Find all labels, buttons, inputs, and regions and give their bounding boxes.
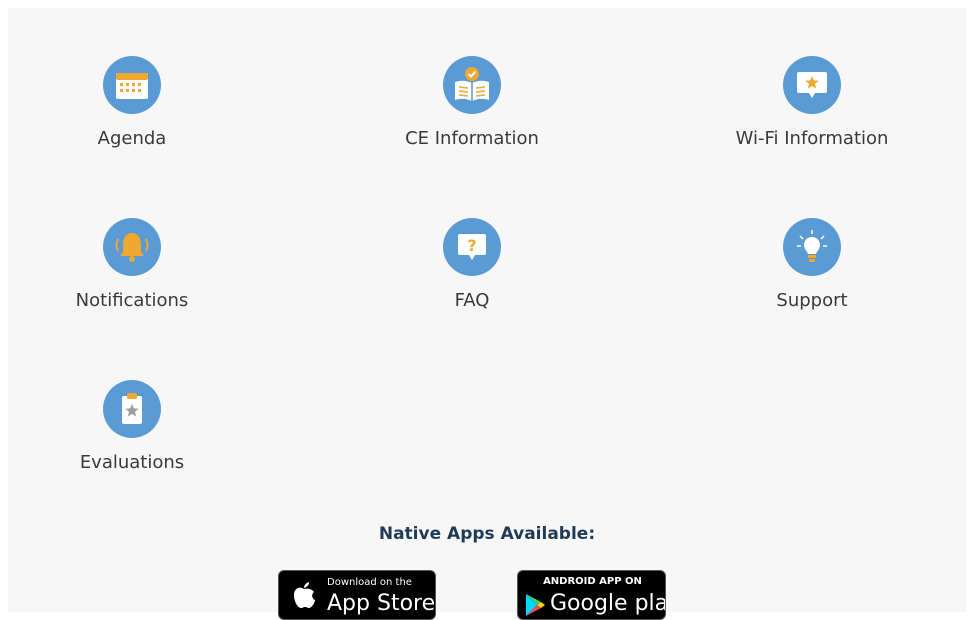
calendar-icon <box>103 56 161 114</box>
bell-icon <box>103 218 161 276</box>
native-apps-title: Native Apps Available: <box>378 524 596 544</box>
lightbulb-icon <box>783 218 841 276</box>
question-bubble-icon: ? <box>443 218 501 276</box>
app-store-big-text: App Store <box>327 591 436 616</box>
menu-item-evaluations[interactable]: Evaluations <box>12 380 252 500</box>
menu-item-support[interactable]: Support <box>692 218 932 338</box>
google-play-icon <box>526 594 545 616</box>
menu-item-label: FAQ <box>454 290 490 311</box>
google-play-big-text: Google play <box>550 591 665 616</box>
google-play-button[interactable]: ANDROID APP ON Google play <box>517 570 666 620</box>
menu-panel: Agenda CE Information Wi-Fi Information … <box>8 8 966 620</box>
svg-text:?: ? <box>467 236 476 255</box>
menu-item-label: CE Information <box>405 128 539 149</box>
app-store-small-text: Download on the <box>327 577 412 588</box>
app-store-button[interactable]: Download on the App Store <box>278 570 436 620</box>
open-book-check-icon <box>443 56 501 114</box>
clipboard-star-icon <box>103 380 161 438</box>
apple-icon <box>294 582 315 608</box>
menu-item-wifi-information[interactable]: Wi-Fi Information <box>692 56 932 176</box>
menu-item-label: Agenda <box>97 128 167 149</box>
menu-item-label: Support <box>776 290 848 311</box>
menu-item-label: Notifications <box>75 290 189 311</box>
screen-star-icon <box>783 56 841 114</box>
menu-item-label: Evaluations <box>79 452 185 473</box>
menu-item-notifications[interactable]: Notifications <box>12 218 252 338</box>
menu-item-agenda[interactable]: Agenda <box>12 56 252 176</box>
google-play-small-text: ANDROID APP ON <box>543 576 642 587</box>
menu-item-label: Wi-Fi Information <box>735 128 889 149</box>
menu-item-ce-information[interactable]: CE Information <box>352 56 592 176</box>
menu-item-faq[interactable]: ? FAQ <box>352 218 592 338</box>
